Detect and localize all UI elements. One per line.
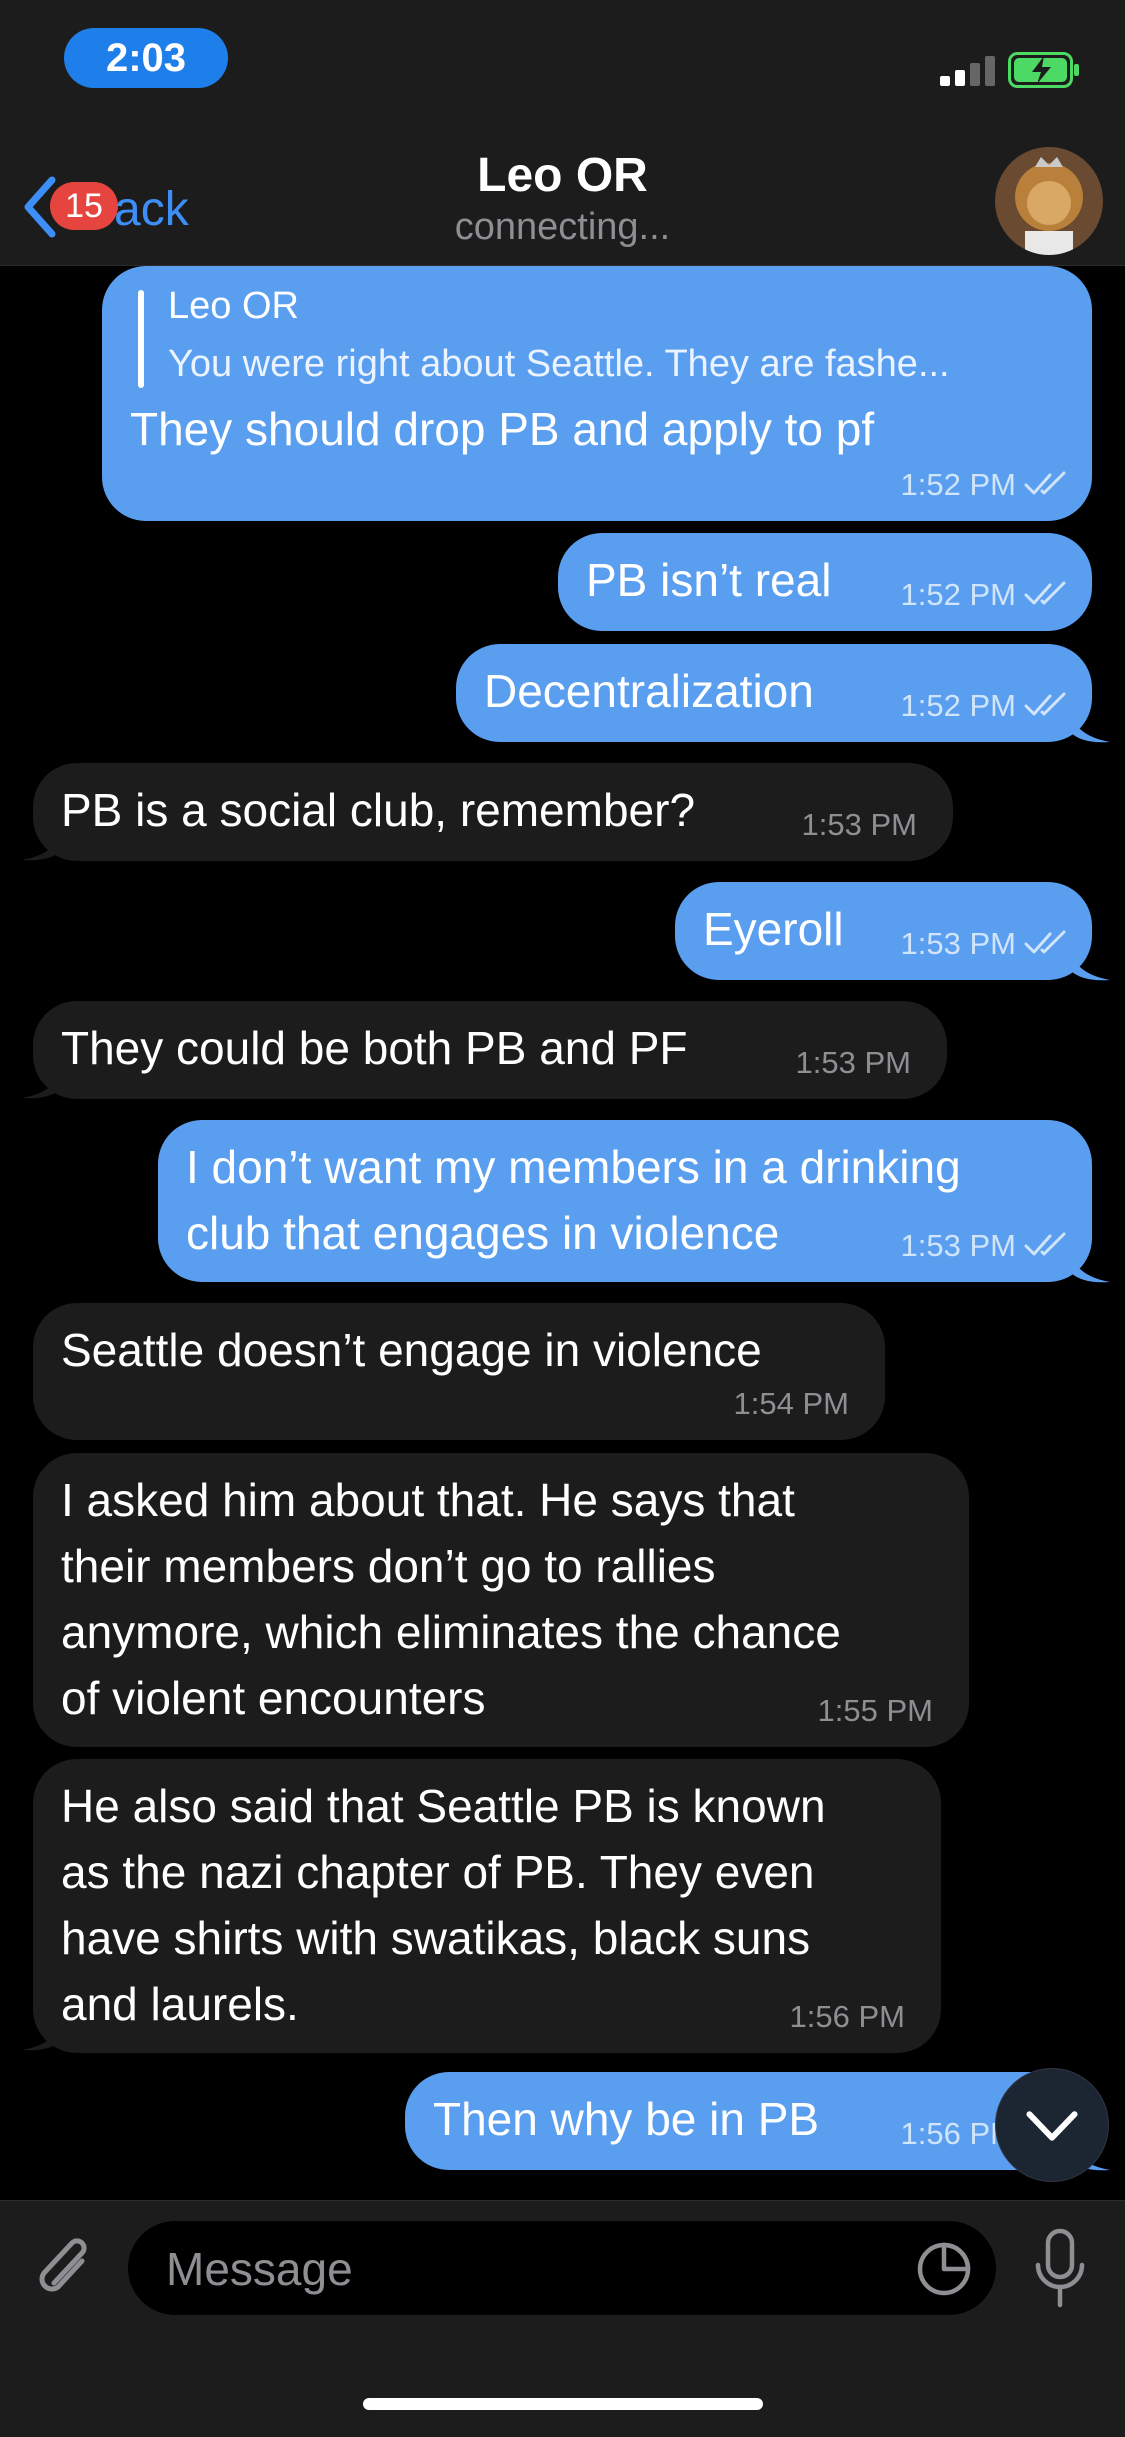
message-time: 1:53 PM <box>900 1228 1016 1263</box>
home-indicator[interactable] <box>363 2398 763 2410</box>
paperclip-icon[interactable] <box>30 2231 100 2311</box>
message-text: Then why be in PB <box>433 2093 820 2145</box>
bubble-tail <box>1070 712 1110 743</box>
message-text: Decentralization <box>484 665 814 717</box>
sticker-icon[interactable] <box>914 2239 974 2299</box>
bubble-tail <box>22 830 62 861</box>
incoming-message[interactable]: I asked him about that. He says that the… <box>33 1453 969 1747</box>
bubble-tail <box>1070 950 1110 981</box>
status-bar: 2:03 <box>0 0 1125 130</box>
message-input[interactable] <box>164 2221 908 2317</box>
message-time: 1:56 PM <box>789 1999 905 2034</box>
scroll-to-bottom-button[interactable] <box>995 2068 1109 2182</box>
outgoing-message[interactable]: Eyeroll 1:53 PM <box>675 882 1092 980</box>
avatar[interactable] <box>995 147 1103 255</box>
message-text: He also said that Seattle PB is known as… <box>61 1780 826 2030</box>
message-time: 1:52 PM <box>900 688 1016 723</box>
battery-charging-icon <box>1008 52 1079 88</box>
outgoing-message[interactable]: Then why be in PB 1:56 PM <box>405 2072 1092 2170</box>
reply-author: Leo OR <box>168 285 299 327</box>
message-meta: 1:52 PM <box>901 577 1068 613</box>
message-text: Eyeroll <box>703 903 844 955</box>
double-check-icon <box>1024 471 1066 495</box>
message-meta: 1:53 PM <box>901 926 1068 962</box>
message-text: PB isn’t real <box>586 554 832 606</box>
double-check-icon <box>1024 581 1066 605</box>
message-time: 1:53 PM <box>795 1045 911 1080</box>
chat-header: Back 15 Leo OR connecting... <box>0 130 1125 266</box>
double-check-icon <box>1024 930 1066 954</box>
message-text: I don’t want my members in a drinking cl… <box>186 1141 961 1259</box>
message-text: I asked him about that. He says that the… <box>61 1474 841 1724</box>
double-check-icon <box>1024 692 1066 716</box>
incoming-message[interactable]: PB is a social club, remember? 1:53 PM <box>33 763 953 861</box>
microphone-icon[interactable] <box>1030 2225 1090 2315</box>
bubble-tail <box>22 1068 62 1099</box>
status-time: 2:03 <box>64 28 228 88</box>
connection-status: connecting... <box>454 206 671 248</box>
message-time: 1:52 PM <box>900 577 1016 612</box>
message-time: 1:53 PM <box>801 807 917 842</box>
message-text: They could be both PB and PF <box>61 1022 688 1074</box>
incoming-message[interactable]: He also said that Seattle PB is known as… <box>33 1759 941 2053</box>
double-check-icon <box>1024 1232 1066 1256</box>
message-field-container <box>128 2221 996 2317</box>
incoming-message[interactable]: They could be both PB and PF 1:53 PM <box>33 1001 947 1099</box>
outgoing-message[interactable]: Leo OR You were right about Seattle. The… <box>102 266 1092 521</box>
reply-quote-bar <box>138 290 144 388</box>
message-meta: 1:52 PM <box>901 467 1068 503</box>
message-meta: 1:53 PM <box>901 1228 1068 1264</box>
reply-snippet: You were right about Seattle. They are f… <box>168 343 950 385</box>
outgoing-message[interactable]: PB isn’t real 1:52 PM <box>558 533 1092 631</box>
message-time: 1:55 PM <box>817 1693 933 1728</box>
bubble-tail <box>1070 1252 1110 1283</box>
chevron-down-icon <box>1026 2111 1078 2141</box>
cellular-signal-icon <box>940 56 995 86</box>
message-time: 1:53 PM <box>900 926 1016 961</box>
message-text: They should drop PB and apply to pf <box>130 403 875 455</box>
message-text: PB is a social club, remember? <box>61 784 696 836</box>
message-time: 1:52 PM <box>900 467 1016 502</box>
message-meta: 1:52 PM <box>901 688 1068 724</box>
bubble-tail <box>22 2020 62 2051</box>
message-time: 1:54 PM <box>733 1386 849 1421</box>
incoming-message[interactable]: Seattle doesn’t engage in violence 1:54 … <box>33 1303 885 1440</box>
chat-title[interactable]: Leo OR <box>0 148 1125 203</box>
message-text: Seattle doesn’t engage in violence <box>61 1324 762 1376</box>
outgoing-message[interactable]: I don’t want my members in a drinking cl… <box>158 1120 1092 1282</box>
outgoing-message[interactable]: Decentralization 1:52 PM <box>456 644 1092 742</box>
